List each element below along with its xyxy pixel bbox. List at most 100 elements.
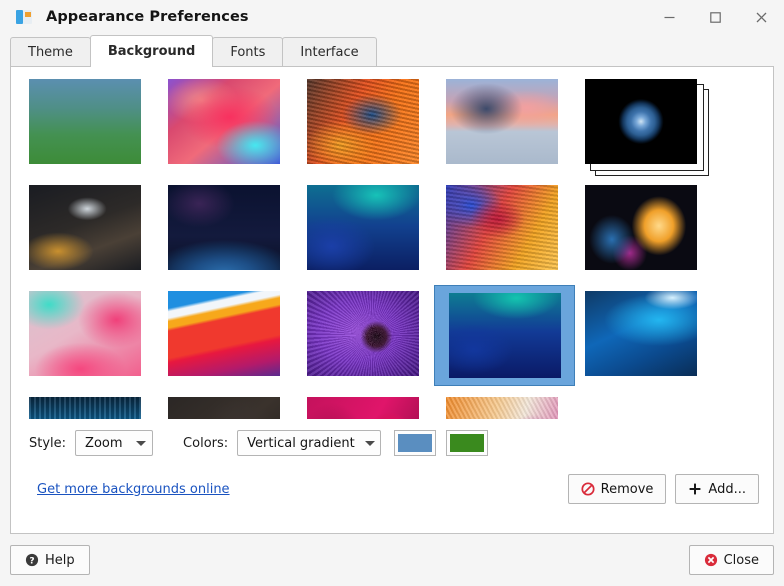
- style-value: Zoom: [85, 436, 126, 451]
- wallpaper-item-earth-from-space-slideshow[interactable]: [585, 79, 724, 183]
- wallpaper-thumbnail: [168, 79, 280, 164]
- wallpaper-thumbnail: [446, 79, 558, 164]
- wallpaper-thumbnail: [585, 291, 697, 376]
- tab-fonts[interactable]: Fonts: [212, 37, 283, 66]
- wallpaper-thumbnail: [29, 185, 141, 270]
- wallpaper-thumbnail: [168, 397, 280, 419]
- wallpaper-thumbnail: [446, 185, 558, 270]
- wallpaper-thumb-box: [585, 185, 699, 272]
- wallpaper-thumb-box: [29, 79, 143, 166]
- appearance-preferences-window: Appearance Preferences Theme Background …: [0, 0, 784, 586]
- wallpaper-thumb-box: [168, 397, 282, 419]
- wallpaper-item-dune-shell[interactable]: [29, 185, 168, 289]
- remove-button-label: Remove: [601, 482, 654, 497]
- wallpaper-item-blue-swoosh[interactable]: [585, 291, 724, 395]
- wallpaper-thumbnail: [585, 185, 697, 270]
- tab-interface[interactable]: Interface: [282, 37, 376, 66]
- colors-dropdown[interactable]: Vertical gradient: [237, 430, 381, 456]
- wallpaper-item-cyan-streaks[interactable]: [29, 397, 168, 419]
- wallpaper-item-dark-amber-abstract[interactable]: [168, 397, 307, 419]
- wallpaper-thumb-box: [168, 291, 282, 378]
- add-button[interactable]: Add...: [675, 474, 759, 504]
- preferences-icon: [16, 10, 32, 24]
- wallpaper-thumbnail: [307, 397, 419, 419]
- wallpaper-thumb-box: [307, 79, 421, 166]
- help-button[interactable]: ? Help: [10, 545, 90, 575]
- close-circle-icon: [704, 553, 718, 567]
- wallpaper-thumb-box: [307, 397, 421, 419]
- wallpaper-thumb-box: [307, 291, 421, 378]
- color-swatch-secondary[interactable]: [446, 430, 488, 456]
- background-options-bar: Style: Zoom Colors: Vertical gradient: [11, 419, 773, 463]
- wallpaper-item-purple-vortex[interactable]: [307, 291, 446, 395]
- wallpaper-thumb-box: [446, 397, 560, 419]
- plus-icon: [688, 482, 702, 496]
- wallpaper-item-orange-cream-swirl[interactable]: [446, 397, 585, 419]
- help-icon: ?: [25, 553, 39, 567]
- wallpaper-thumb-box: [585, 79, 699, 166]
- close-button[interactable]: Close: [689, 545, 774, 575]
- wallpaper-thumb-box: [168, 79, 282, 166]
- wallpaper-thumbnail: [29, 79, 141, 164]
- help-button-label: Help: [45, 553, 75, 568]
- chevron-down-icon: [365, 441, 375, 446]
- minimize-button[interactable]: [646, 0, 692, 34]
- wallpaper-actions-bar: Get more backgrounds online Remove Add..…: [11, 463, 773, 515]
- tab-strip: Theme Background Fonts Interface: [0, 34, 784, 66]
- wallpaper-item-orange-blue-ribbons[interactable]: [307, 79, 446, 183]
- wallpaper-thumb-box: [29, 185, 143, 272]
- wallpaper-thumb-box: [29, 291, 143, 378]
- style-label: Style:: [29, 436, 66, 451]
- add-button-label: Add...: [708, 482, 746, 497]
- wallpaper-thumb-box: [168, 185, 282, 272]
- wallpaper-thumbnail: [29, 291, 141, 376]
- wallpaper-item-sunset-seascape[interactable]: [446, 79, 585, 183]
- tab-background[interactable]: Background: [90, 35, 214, 66]
- background-tab-panel: Style: Zoom Colors: Vertical gradient Ge…: [10, 66, 774, 534]
- close-button-label: Close: [724, 553, 759, 568]
- wallpaper-thumb-box: [446, 185, 560, 272]
- colors-value: Vertical gradient: [247, 436, 355, 451]
- wallpaper-item-golden-orb-dark[interactable]: [585, 185, 724, 289]
- wallpaper-thumbnail: [446, 397, 558, 419]
- wallpaper-thumbnail: [585, 79, 697, 164]
- wallpaper-grid: [29, 79, 773, 419]
- colors-label: Colors:: [183, 436, 228, 451]
- window-controls: [646, 0, 784, 34]
- wallpaper-thumbnail: [168, 185, 280, 270]
- close-icon[interactable]: [738, 0, 784, 34]
- wallpaper-thumb-box: [307, 185, 421, 272]
- wallpaper-thumbnail: [307, 291, 419, 376]
- window-title: Appearance Preferences: [46, 9, 249, 25]
- wallpaper-item-magenta-curves[interactable]: [307, 397, 446, 419]
- chevron-down-icon: [136, 441, 146, 446]
- wallpaper-thumb-box: [446, 79, 560, 166]
- color-swatch-primary[interactable]: [394, 430, 436, 456]
- wallpaper-thumb-box: [29, 397, 143, 419]
- wallpaper-thumbnail: [307, 185, 419, 270]
- wallpaper-item-teal-blue-mist[interactable]: [307, 185, 446, 289]
- svg-text:?: ?: [29, 556, 34, 566]
- wallpaper-thumbnail: [168, 291, 280, 376]
- wallpaper-item-crimson-orange-wave[interactable]: [446, 185, 585, 289]
- wallpaper-grid-scroll-area[interactable]: [11, 67, 773, 419]
- title-bar: Appearance Preferences: [0, 0, 784, 34]
- maximize-button[interactable]: [692, 0, 738, 34]
- wallpaper-item-red-blue-mountains[interactable]: [168, 291, 307, 395]
- wallpaper-item-deep-blue-teal-clouds[interactable]: [446, 291, 585, 395]
- remove-button[interactable]: Remove: [568, 474, 667, 504]
- wallpaper-thumbnail: [29, 397, 141, 419]
- wallpaper-item-earth-horizon-space[interactable]: [168, 185, 307, 289]
- get-more-backgrounds-link[interactable]: Get more backgrounds online: [37, 482, 230, 497]
- wallpaper-item-pink-cyan-flow[interactable]: [168, 79, 307, 183]
- wallpaper-thumbnail: [307, 79, 419, 164]
- dialog-bottom-bar: ? Help Close: [0, 534, 784, 586]
- wallpaper-thumb-box: [434, 285, 575, 386]
- no-entry-icon: [581, 482, 595, 496]
- wallpaper-item-pastel-pink-teal[interactable]: [29, 291, 168, 395]
- tab-theme[interactable]: Theme: [10, 37, 91, 66]
- style-dropdown[interactable]: Zoom: [75, 430, 153, 456]
- wallpaper-item-green-blue-gradient[interactable]: [29, 79, 168, 183]
- wallpaper-thumb-box: [585, 291, 699, 378]
- wallpaper-thumbnail: [449, 293, 561, 378]
